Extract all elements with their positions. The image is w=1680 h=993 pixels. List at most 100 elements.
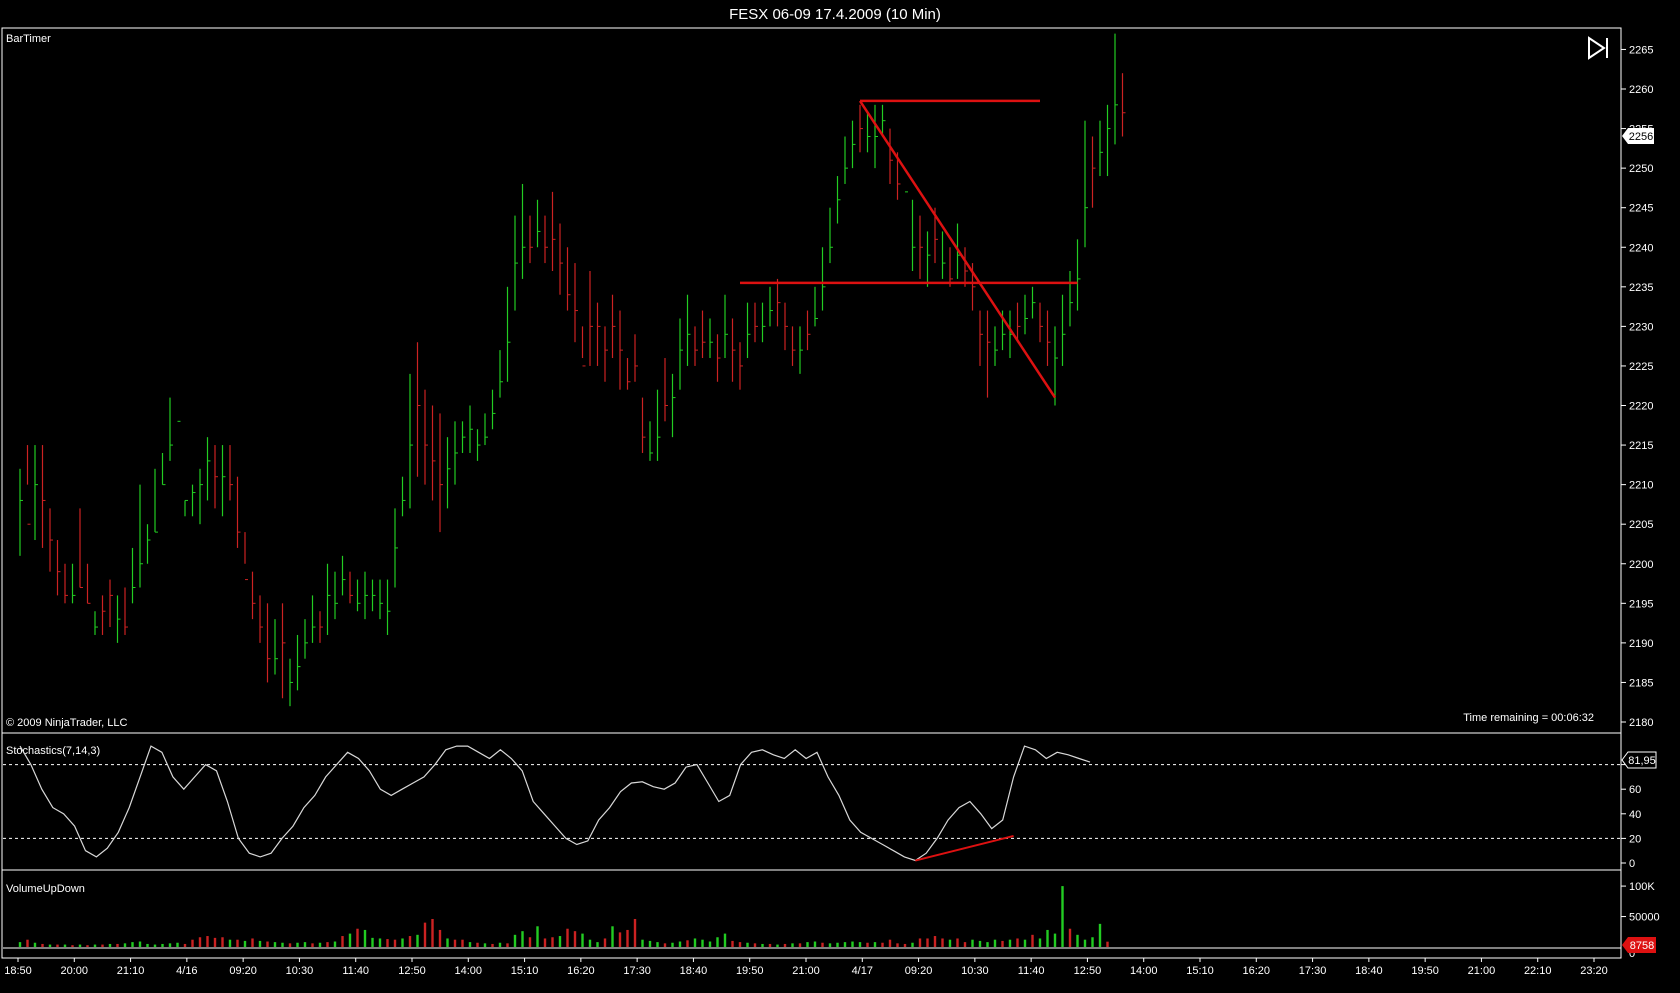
price-tick-label: 2260 <box>1629 84 1653 96</box>
volume-bar <box>161 943 164 947</box>
price-tick-label: 2225 <box>1629 361 1653 373</box>
volume-bar <box>588 939 592 947</box>
volume-bar <box>918 938 922 947</box>
time-tick-label: 20:00 <box>61 965 89 977</box>
time-tick-label: 18:40 <box>1355 965 1383 977</box>
volume-bar <box>213 937 217 947</box>
volume-bar <box>243 940 247 947</box>
volume-bar <box>168 943 172 947</box>
volume-bar <box>881 942 884 947</box>
stoch-series <box>19 745 1091 862</box>
price-tick-label: 2220 <box>1629 401 1653 413</box>
volume-bar <box>198 937 202 947</box>
volume-bar <box>978 940 982 947</box>
volume-bar <box>236 939 239 947</box>
time-tick-label: 4/17 <box>852 965 873 977</box>
volume-bar <box>791 943 794 947</box>
time-tick-label: 15:10 <box>511 965 539 977</box>
volume-bar <box>986 942 989 947</box>
volume-bar <box>371 937 374 947</box>
volume-bar <box>873 942 877 947</box>
stoch-tick-label: 60 <box>1629 784 1641 796</box>
volume-bar <box>318 942 322 947</box>
volume-bar <box>401 938 404 947</box>
volume-bar <box>641 939 644 947</box>
volume-bar <box>491 943 494 947</box>
volume-bar <box>521 931 524 947</box>
volume-bar <box>153 944 157 947</box>
time-tick-label: 12:50 <box>1074 965 1102 977</box>
volume-bar <box>408 936 412 947</box>
volume-bar <box>566 928 569 947</box>
volume-bar <box>671 942 674 947</box>
time-axis: 18:50 20:00 21:10 4/16 09:20 10:30 11:40 12:50 1… <box>4 958 1608 977</box>
volume-bar <box>896 943 899 947</box>
time-tick-label: 12:50 <box>398 965 426 977</box>
volume-bar <box>513 934 517 947</box>
volume-bar <box>798 943 802 947</box>
volume-bar <box>633 918 637 947</box>
volume-bar <box>438 929 442 947</box>
volume-bar <box>1038 938 1042 947</box>
time-tick-label: 09:20 <box>905 965 933 977</box>
volume-bar <box>251 938 254 947</box>
volume-bar <box>78 944 82 947</box>
time-remaining: Time remaining = 00:06:32 <box>1463 712 1594 724</box>
volume-bar <box>903 943 907 947</box>
trend-line <box>858 100 1057 399</box>
time-tick-label: 09:20 <box>229 965 257 977</box>
price-panel-label: BarTimer <box>6 33 51 45</box>
price-tick-label: 2235 <box>1629 282 1653 294</box>
time-tick-label: 15:10 <box>1186 965 1214 977</box>
time-tick-label: 21:00 <box>1468 965 1496 977</box>
volume-bar <box>483 943 487 947</box>
volume-bar <box>1053 933 1057 947</box>
volume-bar <box>723 933 727 947</box>
volume-bar <box>746 942 749 947</box>
volume-bar <box>48 944 52 947</box>
volume-bar <box>281 942 284 947</box>
volume-bar <box>1046 929 1049 947</box>
price-tick-label: 2195 <box>1629 598 1653 610</box>
volume-bar <box>41 943 44 947</box>
skip-forward-icon[interactable] <box>1588 36 1608 60</box>
volume-bar <box>956 938 959 947</box>
price-tick-label: 2240 <box>1629 242 1653 254</box>
volume-bar <box>783 943 787 947</box>
volume-bar <box>393 939 397 947</box>
time-tick-label: 21:10 <box>117 965 145 977</box>
price-panel-frame <box>1 27 1622 734</box>
volume-bar <box>708 941 712 947</box>
volume-bar <box>626 929 629 947</box>
volume-bar <box>888 939 892 947</box>
volume-bar <box>378 938 382 947</box>
price-tick-label: 2265 <box>1629 44 1653 56</box>
time-tick-label: 19:50 <box>1411 965 1439 977</box>
volume-bar <box>348 933 352 947</box>
volume-bar <box>911 942 914 947</box>
time-tick-label: 10:30 <box>961 965 989 977</box>
volume-bar <box>1091 937 1094 947</box>
volume-bar <box>461 939 464 947</box>
volume-tick-label: 100K <box>1629 881 1655 893</box>
stoch-tick-label: 0 <box>1629 858 1635 870</box>
price-tick-label: 2215 <box>1629 440 1653 452</box>
time-tick-label: 16:20 <box>1243 965 1271 977</box>
volume-bar <box>446 938 449 947</box>
price-axis: 2180 2185 2190 2195 2200 2205 2210 2215 2220 2225… <box>1621 44 1653 729</box>
time-tick-label: 23:20 <box>1580 965 1608 977</box>
volume-bar <box>528 937 532 947</box>
volume-bar <box>663 943 667 947</box>
time-tick-label: 4/16 <box>176 965 197 977</box>
volume-bar <box>146 943 149 947</box>
volume-bar <box>86 945 89 947</box>
volume-bar <box>573 931 577 947</box>
volume-bar <box>768 943 772 947</box>
stoch-reference-lines <box>3 764 1621 839</box>
volume-panel-label: VolumeUpDown <box>6 883 85 895</box>
volume-bar <box>858 942 862 947</box>
price-tick-label: 2205 <box>1629 519 1653 531</box>
volume-bar <box>71 945 74 947</box>
volume-bar <box>228 939 232 947</box>
volume-bar <box>1008 939 1012 947</box>
